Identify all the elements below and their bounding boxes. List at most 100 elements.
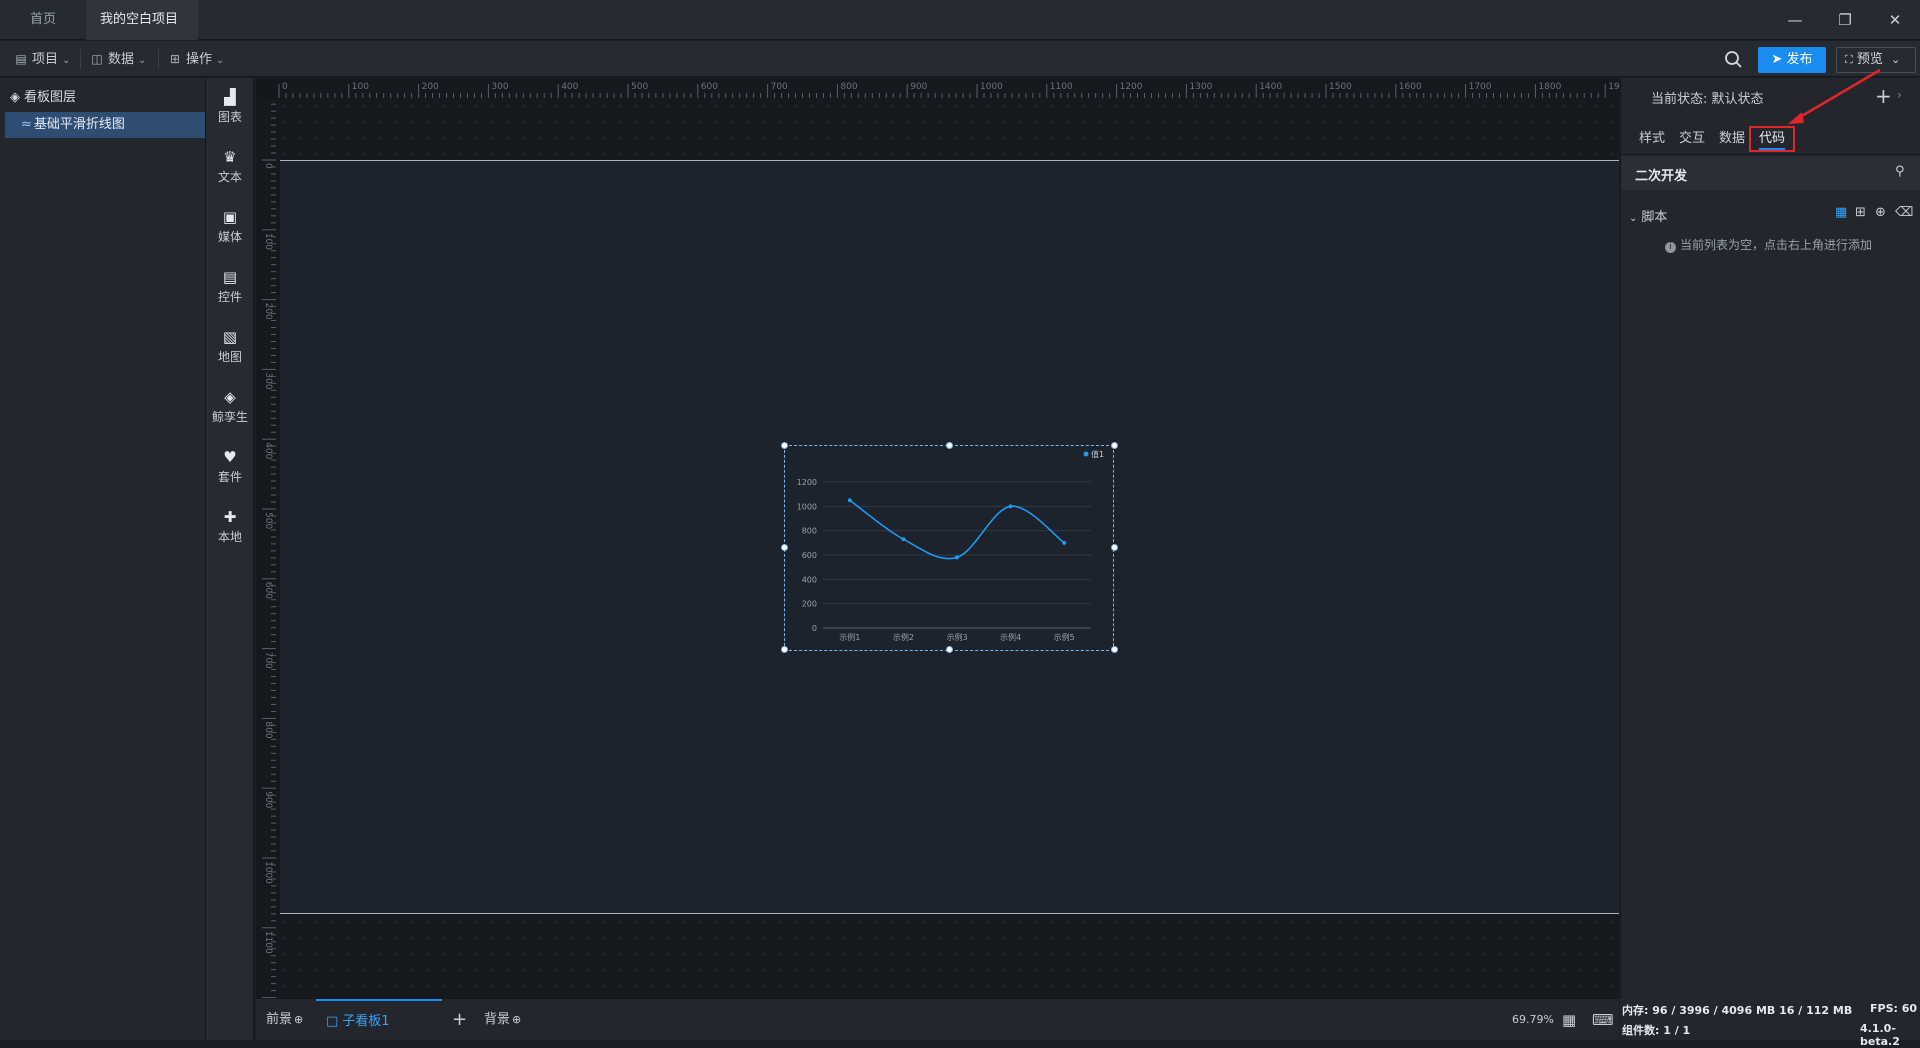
y-tick-label: 800 <box>802 527 817 536</box>
tab-foreground[interactable]: 前景 ⊕ <box>266 999 303 1041</box>
add-script-icon[interactable]: ⊕ <box>1875 205 1886 220</box>
y-tick-label: 0 <box>812 624 817 633</box>
component-suit[interactable]: ♥ 套件 <box>206 448 254 485</box>
x-tick-label: 示例4 <box>1000 632 1021 642</box>
ruler-label: 700 <box>263 652 273 669</box>
document-icon: ▤ <box>15 52 27 66</box>
add-circle-icon[interactable]: ⊕ <box>294 1013 303 1026</box>
lock-icon[interactable]: ⚲ <box>1895 164 1905 179</box>
ruler-label: 200 <box>422 82 439 92</box>
layer-item-label: 基础平滑折线图 <box>33 117 125 132</box>
component-media[interactable]: ▣ 媒体 <box>206 208 254 245</box>
table-icon[interactable]: ⊞ <box>1855 205 1866 220</box>
tab-foreground-label: 前景 <box>266 1012 293 1027</box>
search-icon[interactable] <box>1723 49 1743 69</box>
y-tick-label: 1000 <box>797 502 817 511</box>
component-bar-chart[interactable]: ▟ 图表 <box>206 88 254 125</box>
control-icon: ▤ <box>222 268 238 286</box>
layer-item[interactable]: ≈ 基础平滑折线图 <box>5 112 205 138</box>
ruler-label: 1300 <box>1189 82 1212 92</box>
ruler-label: 100 <box>352 82 369 92</box>
data-point <box>847 498 852 503</box>
resize-handle[interactable] <box>946 646 953 653</box>
ruler-label: 1100 <box>1050 82 1073 92</box>
tab-interaction[interactable]: 交互 <box>1679 126 1705 152</box>
properties-panel: 当前状态: 默认状态 + › 样式 交互 数据 代码 二次开发 ⚲ ⌄ 脚本 ▦ … <box>1620 78 1920 998</box>
component-cube[interactable]: ◈ 鲸孪生 <box>206 388 254 425</box>
resize-handle[interactable] <box>1111 442 1118 449</box>
vertical-ruler[interactable]: 0 100 200 300 400 500 600 700 800 900 1000 1100 <box>256 98 276 998</box>
resize-handle[interactable] <box>781 646 788 653</box>
tab-project[interactable]: 我的空白项目 <box>86 0 198 64</box>
close-icon[interactable]: ✕ <box>1872 0 1918 40</box>
minimize-icon[interactable]: — <box>1772 0 1818 40</box>
add-circle-icon[interactable]: ⊕ <box>512 1013 521 1026</box>
component-label: 本地 <box>217 530 242 544</box>
fit-screen-icon[interactable]: ▦ <box>1562 999 1576 1041</box>
data-point <box>955 555 959 560</box>
ruler-label: 700 <box>771 82 788 92</box>
zoom-level[interactable]: 69.79% <box>1512 999 1554 1041</box>
ruler-label: 0 <box>263 163 273 169</box>
resize-handle[interactable] <box>1111 544 1118 551</box>
data-point <box>1008 504 1013 509</box>
bar-chart-icon: ▟ <box>224 88 236 106</box>
menu-data[interactable]: ◫ 数据 ⌄ <box>90 41 146 77</box>
keyboard-icon[interactable]: ⌨ <box>1592 999 1614 1041</box>
chevron-down-icon[interactable]: ⌄ <box>1891 53 1900 66</box>
tab-project-label: 我的空白项目 <box>100 12 179 27</box>
component-label: 套件 <box>217 470 242 484</box>
ruler-label: 900 <box>910 82 927 92</box>
y-tick-label: 200 <box>802 600 817 609</box>
resize-handle[interactable] <box>781 442 788 449</box>
ruler-label: 400 <box>561 82 578 92</box>
ruler-label: 1800 <box>1538 82 1561 92</box>
monitor-icon: □ <box>326 1014 339 1029</box>
component-control[interactable]: ▤ 控件 <box>206 268 254 305</box>
ruler-label: 1000 <box>263 861 273 884</box>
component-label: 地图 <box>217 350 242 364</box>
restore-icon[interactable]: ❐ <box>1822 0 1868 40</box>
component-label: 鲸孪生 <box>211 410 248 424</box>
grid-icon: ⊞ <box>169 52 181 66</box>
tab-data[interactable]: 数据 <box>1719 126 1745 152</box>
ruler-label: 1500 <box>1329 82 1352 92</box>
database-icon: ◫ <box>91 52 103 66</box>
x-tick-label: 示例2 <box>893 632 914 642</box>
version-label: 4.1.0-beta.2 <box>1860 1022 1900 1048</box>
tab-subboard[interactable]: □ 子看板1 <box>316 999 442 1041</box>
component-puzzle[interactable]: ✚ 本地 <box>206 508 254 545</box>
legend-label: 值1 <box>1091 449 1104 459</box>
ruler-label: 1000 <box>980 82 1003 92</box>
layer-panel: ◈ 看板图层 ≈ 基础平滑折线图 <box>0 78 206 1040</box>
bottom-bar: 前景 ⊕ □ 子看板1 + 背景 ⊕ 69.79% ▦ ⌨ <box>256 998 1619 1040</box>
delete-icon[interactable]: ⌫ <box>1895 205 1913 220</box>
current-state: 当前状态: 默认状态 <box>1651 88 1764 107</box>
suit-icon: ♥ <box>223 448 237 466</box>
ruler-label: 1900 <box>1608 82 1619 92</box>
menu-project[interactable]: ▤ 项目 ⌄ <box>14 41 70 77</box>
script-group[interactable]: ⌄ 脚本 <box>1629 206 1667 225</box>
chart-widget[interactable]: 0 200 400 600 800 1000 1200 示例1 示例2 示例3 示例4 示例5 值1 <box>781 442 1118 653</box>
component-map[interactable]: ▧ 地图 <box>206 328 254 365</box>
component-label: 图表 <box>217 110 242 124</box>
layout-icon[interactable]: ▦ <box>1835 205 1847 220</box>
component-text[interactable]: ♛ 文本 <box>206 148 254 185</box>
menu-operate[interactable]: ⊞ 操作 ⌄ <box>168 41 224 77</box>
horizontal-ruler[interactable]: 0 100 200 300 400 500 600 700 800 900 1000 1100 1200… <box>275 78 1619 98</box>
ruler-label: 400 <box>263 442 273 459</box>
chevron-right-icon[interactable]: › <box>1897 88 1902 102</box>
resize-handle[interactable] <box>1111 646 1118 653</box>
empty-hint-text: 当前列表为空，点击右上角进行添加 <box>1680 238 1873 252</box>
tab-home-label: 首页 <box>30 12 57 27</box>
tab-style[interactable]: 样式 <box>1639 126 1665 152</box>
add-board-icon[interactable]: + <box>452 999 467 1041</box>
resize-handle[interactable] <box>781 544 788 551</box>
tab-background[interactable]: 背景 ⊕ <box>484 999 521 1041</box>
ruler-label: 500 <box>263 512 273 529</box>
tab-home[interactable]: 首页 <box>16 0 70 40</box>
y-tick-label: 600 <box>802 551 817 560</box>
state-value[interactable]: 默认状态 <box>1712 92 1764 107</box>
ruler-label: 1200 <box>1120 82 1143 92</box>
resize-handle[interactable] <box>946 442 953 449</box>
